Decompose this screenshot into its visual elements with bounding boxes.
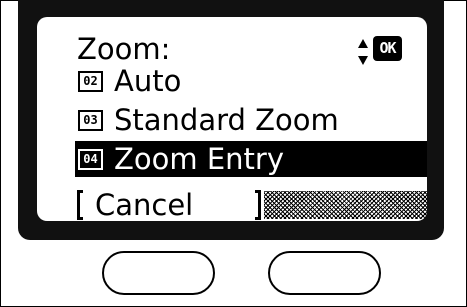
ok-icon: OK: [373, 36, 402, 61]
right-bracket: [255, 190, 261, 220]
device-panel: Zoom: OK 02 Auto 03 Standard Zoom 04 Zoo…: [0, 0, 467, 307]
right-softkey-button[interactable]: [268, 251, 381, 295]
lcd-screen: Zoom: OK 02 Auto 03 Standard Zoom 04 Zoo…: [37, 17, 427, 221]
cancel-label: Cancel: [95, 188, 194, 221]
cancel-softkey[interactable]: Cancel: [77, 187, 427, 221]
option-label: Standard Zoom: [114, 103, 339, 137]
option-auto[interactable]: 02 Auto: [75, 63, 427, 99]
option-label: Auto: [114, 64, 182, 98]
option-number-badge: 04: [78, 149, 103, 170]
option-number-badge: 02: [78, 71, 103, 92]
up-down-scroll-icon: [358, 39, 368, 65]
option-label: Zoom Entry: [114, 142, 284, 176]
option-standard-zoom[interactable]: 03 Standard Zoom: [75, 102, 427, 138]
left-bracket: [77, 190, 83, 220]
empty-softkey-hatch: [264, 191, 427, 219]
option-number-badge: 03: [78, 110, 103, 131]
option-zoom-entry[interactable]: 04 Zoom Entry: [75, 141, 427, 177]
screen-title: Zoom:: [77, 32, 171, 66]
left-softkey-button[interactable]: [102, 251, 215, 295]
